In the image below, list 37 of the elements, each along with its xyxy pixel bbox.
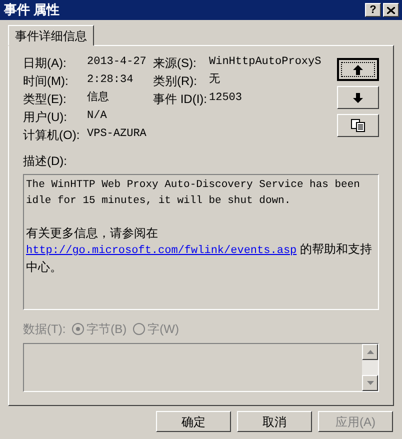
field-label: 类别(R):	[153, 73, 198, 90]
field-label: 来源(S):	[153, 55, 198, 72]
field-value: 2013-4-27	[87, 55, 146, 70]
field-value: WinHttpAutoProxyS	[209, 55, 322, 70]
help-button[interactable]: ?	[365, 3, 381, 17]
scroll-down-icon	[366, 381, 374, 385]
copy-button[interactable]	[337, 114, 379, 137]
help-link[interactable]: http://go.microsoft.com/fwlink/events.asp	[26, 245, 297, 257]
navigate-button[interactable]	[337, 58, 379, 81]
field-label: 事件 ID(I):	[153, 91, 208, 108]
field-value: 12503	[209, 91, 242, 106]
description-label: 描述(D):	[23, 153, 68, 170]
dialog-button[interactable]: 取消	[237, 411, 312, 432]
tab[interactable]: 事件详细信息	[8, 25, 94, 46]
field-label: 类型(E):	[23, 91, 68, 108]
close-icon	[387, 6, 395, 14]
copy-icon	[351, 119, 365, 132]
field-label: 计算机(O):	[23, 127, 81, 144]
down-arrow-icon	[353, 92, 363, 102]
more-info-text: 有关更多信息，请参阅在	[26, 225, 159, 241]
field-label: 日期(A):	[23, 55, 68, 72]
dialog-button[interactable]: 确定	[156, 411, 231, 432]
close-button[interactable]	[383, 3, 399, 17]
field-value: 2:28:34	[87, 73, 134, 88]
field-label: 时间(M):	[23, 73, 70, 90]
field-value: N/A	[87, 109, 107, 124]
window-title: 事件 属性	[4, 1, 60, 20]
description-text: The WinHTTP Web Proxy Auto-Discovery Service has been idle for 15 minutes, it will be shut down.	[26, 178, 361, 209]
scroll-up-icon	[366, 350, 374, 354]
scrollbar[interactable]	[362, 344, 378, 391]
help-center-text: http://go.microsoft.com/fwlink/events.asp 的帮助和支持中心。	[26, 241, 373, 275]
field-value: 无	[209, 72, 220, 88]
up-arrow-icon	[353, 64, 363, 74]
field-value: VPS-AZURA	[87, 127, 146, 142]
data-label: 数据(T):	[23, 321, 66, 338]
field-label: 用户(U):	[23, 109, 68, 126]
field-value: 信息	[87, 90, 109, 106]
